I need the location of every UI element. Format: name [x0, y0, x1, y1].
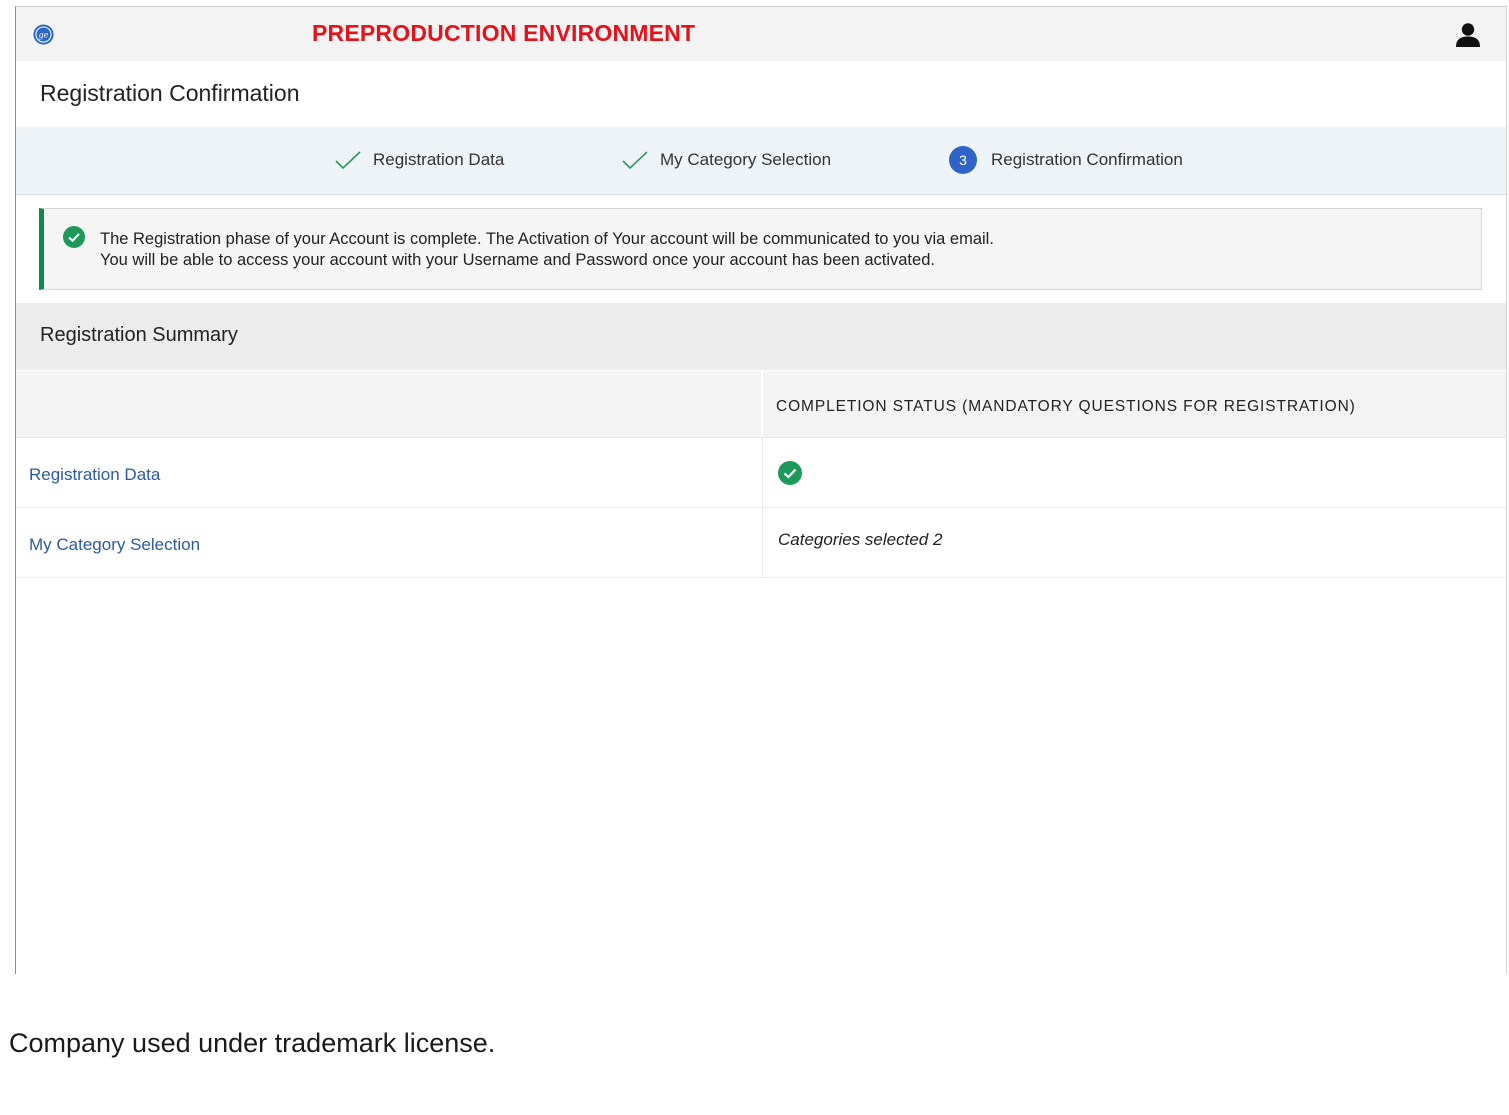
notice-line-2: You will be able to access your account …: [100, 251, 935, 269]
column-divider: [762, 438, 763, 507]
summary-header: Registration Summary: [16, 303, 1506, 370]
checkmark-icon: [622, 151, 648, 170]
notice-line-1: The Registration phase of your Account i…: [100, 230, 994, 248]
success-check-icon: [63, 226, 85, 248]
svg-text:ge: ge: [39, 31, 49, 40]
step-label: Registration Data: [373, 150, 505, 169]
step-registration-confirmation[interactable]: 3 Registration Confirmation: [949, 146, 1183, 174]
categories-selected-text: Categories selected 2: [778, 530, 943, 549]
progress-stepper: Registration Data My Category Selection …: [16, 127, 1506, 195]
step-registration-data[interactable]: Registration Data: [334, 147, 504, 173]
page-title: Registration Confirmation: [40, 80, 300, 106]
step-number-badge: 3: [949, 146, 977, 174]
top-bar: ge PREPRODUCTION ENVIRONMENT: [16, 7, 1506, 61]
column-divider: [762, 508, 763, 577]
step-label: Registration Confirmation: [991, 150, 1183, 169]
success-notice: The Registration phase of your Account i…: [39, 208, 1482, 290]
table-row: Registration Data: [16, 438, 1506, 508]
table-header: COMPLETION STATUS (MANDATORY QUESTIONS F…: [16, 371, 1506, 438]
trademark-footer: Company used under trademark license.: [9, 1028, 496, 1058]
checkmark-icon: [335, 151, 361, 170]
completion-status-header: COMPLETION STATUS (MANDATORY QUESTIONS F…: [776, 398, 1356, 415]
table-row: My Category Selection Categories selecte…: [16, 508, 1506, 578]
environment-title: PREPRODUCTION ENVIRONMENT: [312, 20, 696, 46]
step-label: My Category Selection: [660, 150, 832, 169]
column-divider: [761, 371, 763, 437]
summary-title: Registration Summary: [40, 324, 238, 346]
success-check-icon: [778, 461, 802, 485]
registration-data-link[interactable]: Registration Data: [29, 465, 160, 485]
summary-table: COMPLETION STATUS (MANDATORY QUESTIONS F…: [16, 371, 1506, 578]
ge-logo-icon[interactable]: ge: [33, 24, 54, 45]
user-icon[interactable]: [1454, 22, 1482, 48]
step-category-selection[interactable]: My Category Selection: [621, 147, 831, 173]
app-frame: ge PREPRODUCTION ENVIRONMENT Registratio…: [15, 6, 1507, 974]
category-selection-link[interactable]: My Category Selection: [29, 535, 200, 555]
